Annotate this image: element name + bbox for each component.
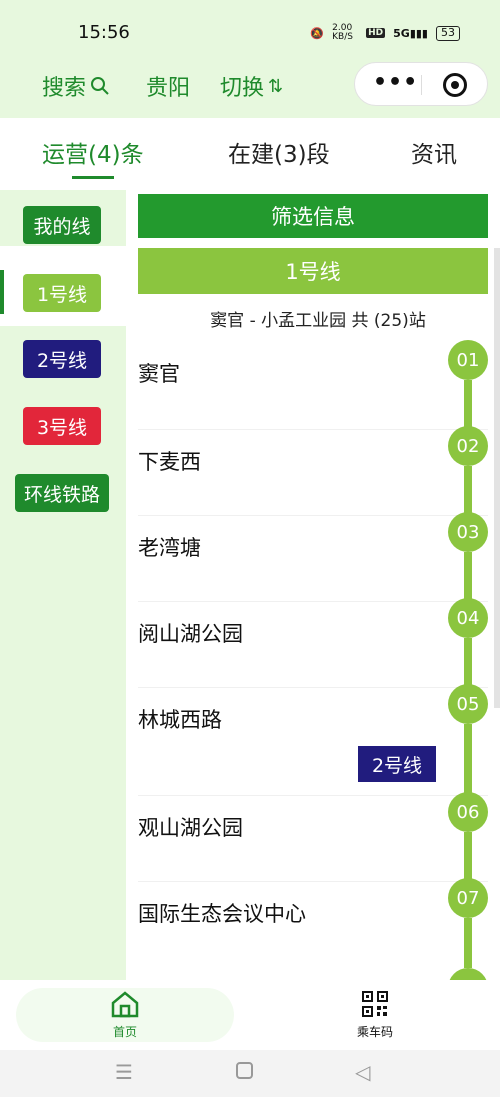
station-number: 05 <box>448 684 488 724</box>
station-row[interactable]: 国际生态会议中心 07 <box>138 878 488 980</box>
back-icon[interactable]: ◁ <box>355 1060 370 1084</box>
more-icon[interactable]: ••• <box>373 71 418 95</box>
station-row[interactable]: 阅山湖公园 04 <box>138 598 488 688</box>
station-number-partial <box>448 968 488 980</box>
city-label[interactable]: 贵阳 <box>146 70 190 102</box>
station-name: 下麦西 <box>138 450 201 474</box>
status-icons: 🔕 2.00 KB/S HD 5G▮▮▮ 53 <box>310 24 460 42</box>
menu-icon[interactable]: ☰ <box>115 1060 133 1084</box>
sidebar-item-line-2[interactable]: 2号线 <box>23 340 101 378</box>
station-number: 04 <box>448 598 488 638</box>
station-panel: 筛选信息 1号线 窦官 - 小孟工业园 共 (25)站 窦官 01 下麦西 02… <box>126 190 500 980</box>
mute-icon: 🔕 <box>310 26 325 40</box>
sidebar-selected-indicator <box>0 270 4 314</box>
route-info: 窦官 - 小孟工业园 共 (25)站 <box>210 311 426 331</box>
switch-label: 切换 <box>220 76 265 101</box>
station-name: 国际生态会议中心 <box>138 902 306 926</box>
station-row[interactable]: 林城西路 05 2号线 <box>138 684 488 796</box>
status-bar: 15:56 🔕 2.00 KB/S HD 5G▮▮▮ 53 <box>0 0 500 60</box>
station-row[interactable]: 老湾塘 03 <box>138 512 488 602</box>
station-name: 老湾塘 <box>138 536 201 560</box>
capsule-divider <box>421 75 422 95</box>
search-label: 搜索 <box>42 76 87 101</box>
ride-code-label: 乘车码 <box>356 1025 393 1039</box>
station-row[interactable]: 观山湖公园 06 <box>138 792 488 882</box>
home-icon <box>111 991 139 1018</box>
station-row[interactable]: 下麦西 02 <box>138 426 488 516</box>
line-connector <box>464 724 472 796</box>
station-name: 窦官 <box>138 362 180 386</box>
net-speed: 2.00 KB/S <box>332 23 353 42</box>
search-button[interactable]: 搜索 <box>42 70 110 102</box>
home-square-icon[interactable] <box>236 1062 253 1079</box>
tab-operating[interactable]: 运营(4)条 <box>42 135 144 169</box>
swap-arrows-icon: ⇅ <box>268 75 284 97</box>
line-connector <box>464 918 472 968</box>
transfer-line-badge[interactable]: 2号线 <box>358 746 436 782</box>
status-time: 15:56 <box>78 22 130 43</box>
bottom-nav: 首页 乘车码 <box>0 980 500 1050</box>
tab-bar: 运营(4)条 在建(3)段 资讯 <box>0 118 500 190</box>
station-number: 02 <box>448 426 488 466</box>
station-number: 03 <box>448 512 488 552</box>
line-connector <box>464 380 472 430</box>
close-target-icon[interactable] <box>443 73 467 97</box>
qr-code-icon <box>362 991 388 1017</box>
station-name: 阅山湖公园 <box>138 622 243 646</box>
tab-news[interactable]: 资讯 <box>411 135 457 169</box>
scrollbar[interactable] <box>494 248 500 708</box>
sidebar-item-line-1[interactable]: 1号线 <box>23 274 101 312</box>
line-connector <box>464 466 472 516</box>
mini-program-capsule: ••• <box>354 62 488 106</box>
sidebar-item-line-3[interactable]: 3号线 <box>23 407 101 445</box>
battery-icon: 53 <box>436 25 460 41</box>
sidebar-item-my-lines[interactable]: 我的线 <box>23 206 101 244</box>
station-row[interactable]: 窦官 01 <box>138 340 488 430</box>
station-number: 01 <box>448 340 488 380</box>
line-connector <box>464 552 472 602</box>
signal-icon: 5G▮▮▮ <box>393 26 428 40</box>
hd-badge: HD <box>366 28 386 38</box>
line-connector <box>464 638 472 688</box>
tab-under-construction[interactable]: 在建(3)段 <box>228 135 330 169</box>
tab-ride-code[interactable]: 乘车码 <box>335 990 415 1040</box>
home-label: 首页 <box>112 1025 137 1039</box>
system-nav-bar: ☰ ◁ <box>0 1050 500 1097</box>
station-number: 06 <box>448 792 488 832</box>
line-sidebar: 我的线 1号线 2号线 3号线 环线铁路 <box>0 190 126 980</box>
search-icon <box>91 77 109 95</box>
tab-underline <box>72 176 114 179</box>
station-name: 林城西路 <box>138 708 222 732</box>
line-title: 1号线 <box>138 248 488 294</box>
filter-button[interactable]: 筛选信息 <box>138 194 488 238</box>
sidebar-item-loop-rail[interactable]: 环线铁路 <box>15 474 109 512</box>
station-number: 07 <box>448 878 488 918</box>
tab-home[interactable]: 首页 <box>85 990 165 1040</box>
switch-button[interactable]: 切换 ⇅ <box>220 70 283 102</box>
line-connector <box>464 832 472 882</box>
station-name: 观山湖公园 <box>138 816 243 840</box>
